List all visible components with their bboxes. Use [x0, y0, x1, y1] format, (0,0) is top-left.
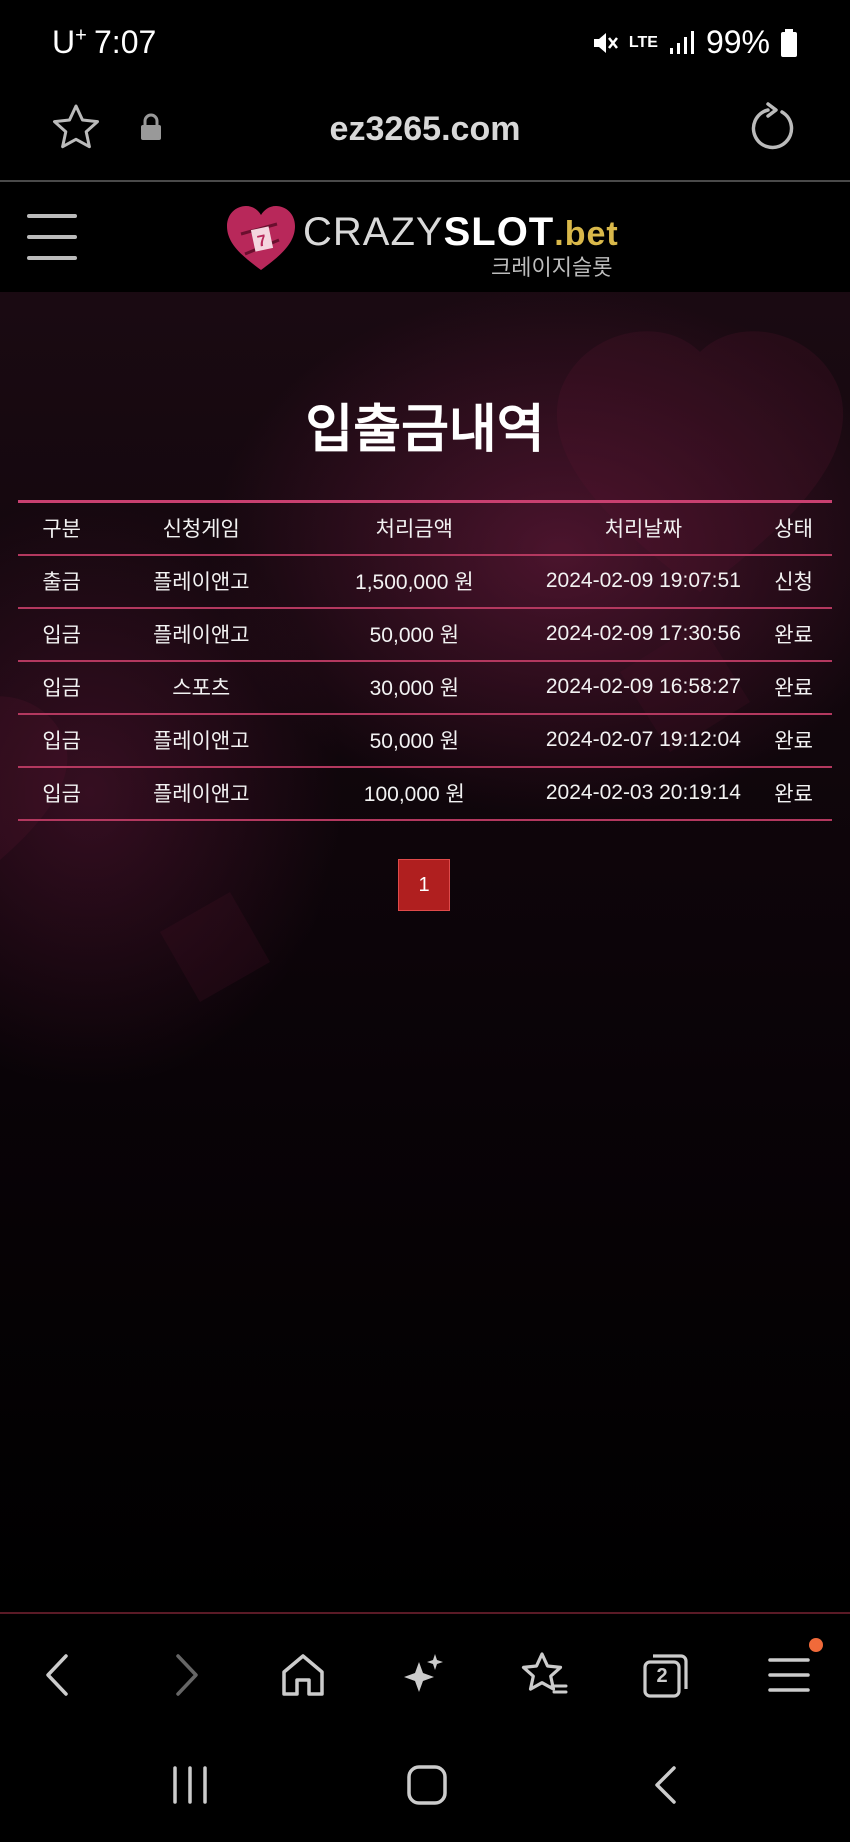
column-header-amount: 처리금액	[297, 501, 532, 556]
cell-game: 플레이앤고	[105, 554, 298, 609]
logo-subtitle: 크레이지슬롯	[491, 255, 613, 280]
column-header-type: 구분	[18, 501, 106, 556]
logo-text-crazy: CRAZY	[303, 210, 444, 254]
cell-status: 완료	[755, 713, 832, 768]
sparkle-ai-icon[interactable]	[399, 1650, 449, 1700]
cell-date: 2024-02-07 19:12:04	[531, 713, 756, 768]
cell-type: 입금	[18, 713, 106, 768]
home-icon[interactable]	[278, 1650, 328, 1700]
battery-percent: 99%	[705, 24, 770, 60]
cell-type: 입금	[18, 660, 106, 715]
carrier-label: U+	[52, 24, 87, 60]
menu-icon[interactable]	[764, 1650, 814, 1700]
table-header-row: 구분 신청게임 처리금액 처리날짜 상태	[18, 501, 832, 556]
address-bar: ez3265.com	[0, 90, 850, 182]
cell-type: 입금	[18, 607, 106, 662]
home-button-icon[interactable]	[402, 1760, 452, 1810]
clock: 7:07	[94, 24, 157, 60]
cell-date: 2024-02-09 17:30:56	[531, 607, 756, 662]
cell-amount: 1,500,000 원	[297, 554, 532, 609]
cell-status: 완료	[755, 766, 832, 821]
main-content: 입출금내역 구분 신청게임 처리금액 처리날짜 상태 출금 플레이앤고 1,50…	[0, 292, 850, 1612]
battery-icon	[781, 28, 797, 57]
tab-count: 2	[656, 1665, 668, 1687]
url-field[interactable]: ez3265.com	[0, 110, 850, 149]
cell-amount: 100,000 원	[297, 766, 532, 821]
reload-icon[interactable]	[746, 102, 798, 154]
recent-apps-icon[interactable]	[165, 1760, 215, 1810]
pagination-page-1[interactable]: 1	[398, 859, 450, 911]
background-hearts-decoration	[0, 331, 844, 1002]
cell-status: 완료	[755, 607, 832, 662]
table-row: 입금 플레이앤고 50,000 원 2024-02-07 19:12:04 완료	[18, 713, 832, 768]
cell-game: 플레이앤고	[105, 766, 298, 821]
table-row: 입금 플레이앤고 100,000 원 2024-02-03 20:19:14 완…	[18, 766, 832, 821]
cell-game: 스포츠	[105, 660, 298, 715]
system-back-icon[interactable]	[642, 1760, 692, 1810]
cell-amount: 50,000 원	[297, 607, 532, 662]
notification-dot	[809, 1638, 823, 1652]
cell-game: 플레이앤고	[105, 607, 298, 662]
logo-text-bet: .bet	[554, 215, 619, 253]
cell-date: 2024-02-03 20:19:14	[531, 766, 756, 821]
menu-hamburger-icon[interactable]	[27, 214, 77, 260]
logo-text-slot: SLOT	[443, 210, 555, 254]
bookmarks-star-icon[interactable]	[520, 1650, 570, 1700]
signal-icon	[669, 30, 694, 54]
network-label: LTE	[628, 33, 658, 51]
browser-toolbar: 2	[0, 1612, 850, 1732]
tabs-button[interactable]: 2	[641, 1650, 691, 1700]
column-header-date: 처리날짜	[531, 501, 756, 556]
cell-type: 출금	[18, 554, 106, 609]
site-logo[interactable]: 7 CRAZYSLOT.bet 크레이지슬롯	[225, 204, 625, 280]
cell-amount: 30,000 원	[297, 660, 532, 715]
page-title: 입출금내역	[305, 401, 545, 459]
forward-arrow-icon[interactable]	[160, 1650, 210, 1700]
table-row: 출금 플레이앤고 1,500,000 원 2024-02-09 19:07:51…	[18, 554, 832, 609]
transaction-history-table: 구분 신청게임 처리금액 처리날짜 상태 출금 플레이앤고 1,500,000 …	[18, 500, 832, 821]
table-row: 입금 스포츠 30,000 원 2024-02-09 16:58:27 완료	[18, 660, 832, 715]
cell-date: 2024-02-09 16:58:27	[531, 660, 756, 715]
column-header-game: 신청게임	[105, 501, 298, 556]
cell-date: 2024-02-09 19:07:51	[531, 554, 756, 609]
column-header-status: 상태	[755, 501, 832, 556]
mute-icon	[593, 32, 618, 53]
system-navigation-bar	[0, 1730, 850, 1842]
status-bar: U+ 7:07 LTE 99%	[0, 0, 850, 90]
cell-status: 완료	[755, 660, 832, 715]
heart-seven-logo-icon: 7	[227, 206, 295, 270]
site-header: 7 CRAZYSLOT.bet 크레이지슬롯	[0, 182, 850, 292]
back-arrow-icon[interactable]	[34, 1650, 84, 1700]
cell-status: 신청	[755, 554, 832, 609]
cell-type: 입금	[18, 766, 106, 821]
cell-amount: 50,000 원	[297, 713, 532, 768]
table-row: 입금 플레이앤고 50,000 원 2024-02-09 17:30:56 완료	[18, 607, 832, 662]
cell-game: 플레이앤고	[105, 713, 298, 768]
